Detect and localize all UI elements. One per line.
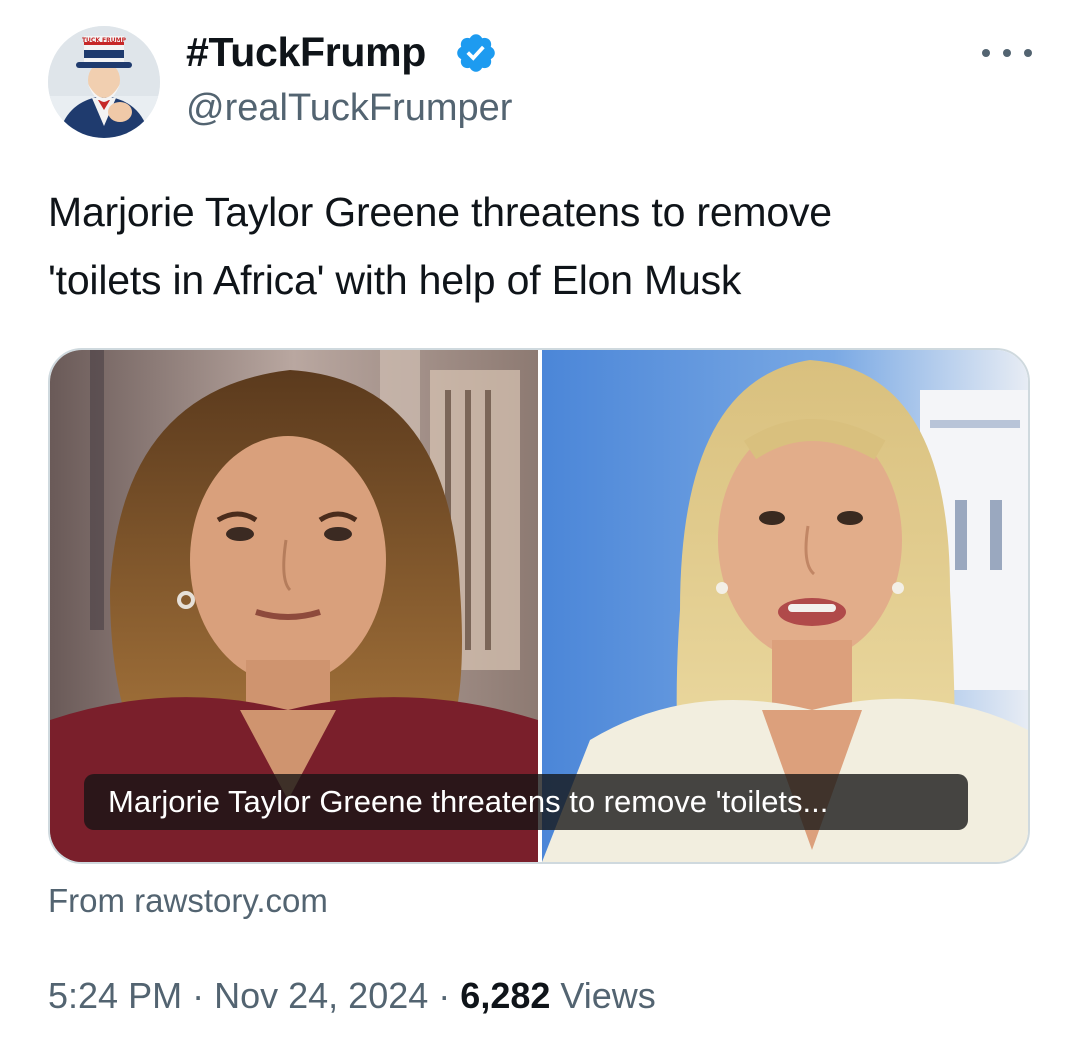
views-label: Views: [560, 975, 656, 1016]
handle[interactable]: @realTuckFrumper: [186, 84, 512, 132]
more-options-icon[interactable]: [982, 38, 1032, 68]
tweet-text-line: Marjorie Taylor Greene threatens to remo…: [48, 189, 832, 235]
avatar-image: TUCK FRUMP: [48, 26, 160, 138]
link-card[interactable]: Marjorie Taylor Greene threatens to remo…: [48, 348, 1030, 864]
link-source[interactable]: From rawstory.com: [48, 880, 328, 922]
dot: [1024, 49, 1032, 57]
separator: ·: [438, 975, 451, 1016]
dot: [982, 49, 990, 57]
tweet-text-line: 'toilets in Africa' with help of Elon Mu…: [48, 257, 742, 303]
tweet-text: Marjorie Taylor Greene threatens to remo…: [48, 178, 1038, 314]
display-name[interactable]: #TuckFrump: [186, 26, 426, 78]
views-count[interactable]: 6,282: [460, 975, 550, 1016]
verified-badge-icon: [457, 34, 495, 72]
tweet-date[interactable]: Nov 24, 2024: [214, 975, 428, 1016]
dot: [1003, 49, 1011, 57]
card-caption: Marjorie Taylor Greene threatens to remo…: [84, 774, 968, 830]
tweet-time[interactable]: 5:24 PM: [48, 975, 182, 1016]
avatar-hat-text: TUCK FRUMP: [82, 37, 127, 44]
tweet-meta: 5:24 PM · Nov 24, 2024 · 6,282 Views: [48, 972, 656, 1020]
avatar[interactable]: TUCK FRUMP: [48, 26, 160, 138]
separator: ·: [192, 975, 205, 1016]
